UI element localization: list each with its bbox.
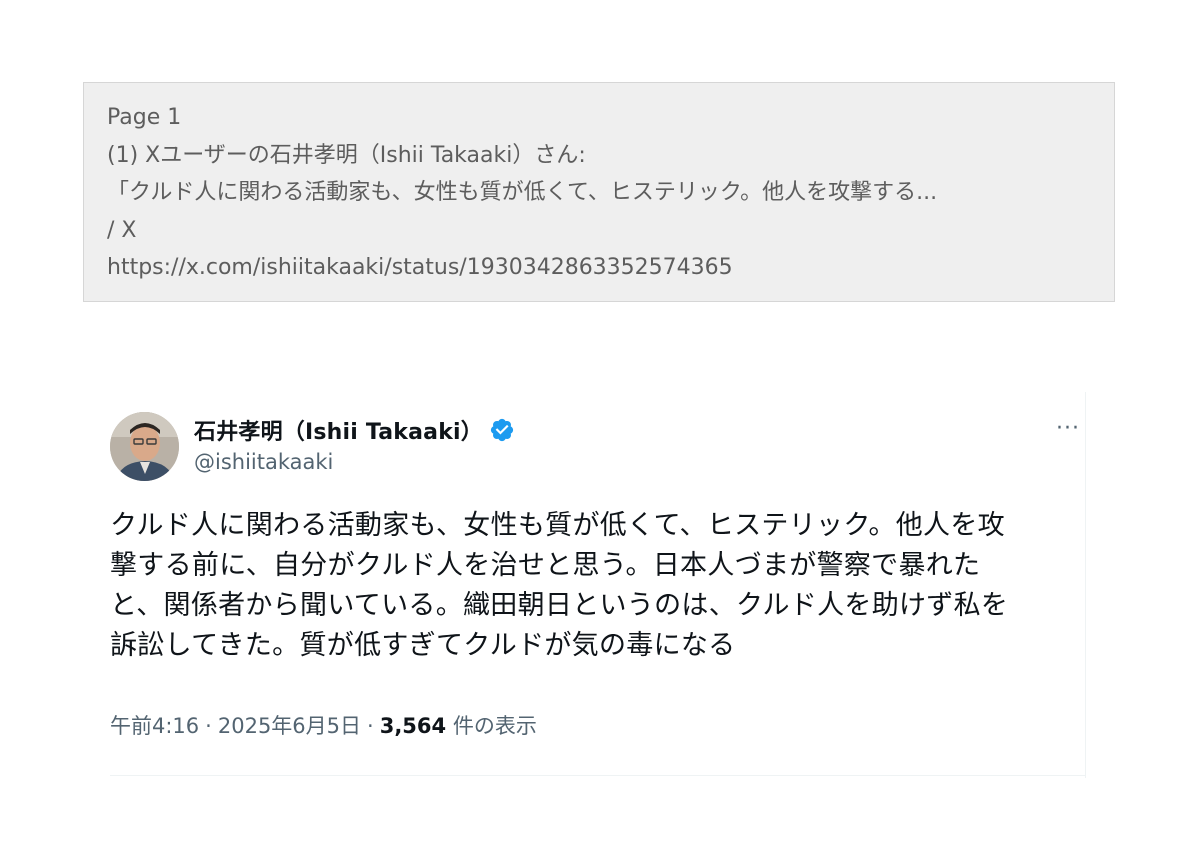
- user-handle[interactable]: @ishiitakaaki: [194, 450, 515, 474]
- avatar[interactable]: [110, 412, 179, 481]
- page-title-line-1: (1) Xユーザーの石井孝明（Ishii Takaaki）さん:: [107, 142, 586, 168]
- page-title-line-3: / X: [107, 217, 137, 243]
- meta-separator: ·: [367, 714, 374, 738]
- tweet-divider: [110, 775, 1086, 776]
- display-name-row: 石井孝明（Ishii Takaaki）: [194, 414, 515, 446]
- page-header-box: Page 1 (1) Xユーザーの石井孝明（Ishii Takaaki）さん: …: [83, 82, 1115, 302]
- display-name[interactable]: 石井孝明（Ishii Takaaki）: [194, 414, 483, 446]
- more-options-icon[interactable]: ···: [1056, 416, 1080, 441]
- tweet-date[interactable]: 2025年6月5日: [218, 714, 361, 738]
- tweet-time[interactable]: 午前4:16: [110, 714, 199, 738]
- user-block: 石井孝明（Ishii Takaaki） @ishiitakaaki: [194, 414, 515, 474]
- views-count: 3,564: [379, 714, 447, 738]
- tweet-text-line: クルド人に関わる活動家も、女性も質が低くて、ヒステリック。他人を攻: [110, 510, 1005, 541]
- tweet-text-line: と、関係者から聞いている。織田朝日というのは、クルド人を助けず私を: [110, 590, 1009, 621]
- tweet-card[interactable]: 石井孝明（Ishii Takaaki） @ishiitakaaki ··· クル…: [110, 392, 1086, 778]
- tweet-meta: 午前4:16 · 2025年6月5日 · 3,564 件の表示: [110, 710, 537, 740]
- meta-separator: ·: [205, 714, 212, 738]
- tweet-text-line: 訴訟してきた。質が低すぎてクルドが気の毒になる: [110, 630, 736, 661]
- page-label: Page 1: [107, 105, 182, 130]
- page-title-line-2: 「クルド人に関わる活動家も、女性も質が低くて、ヒステリック。他人を攻撃する...: [107, 180, 938, 205]
- tweet-right-border: [1085, 392, 1086, 778]
- tweet-text: クルド人に関わる活動家も、女性も質が低くて、ヒステリック。他人を攻 撃する前に、…: [110, 506, 1086, 666]
- tweet-text-line: 撃する前に、自分がクルド人を治せと思う。日本人づまが警察で暴れた: [110, 550, 981, 581]
- verified-badge-icon: [489, 417, 515, 443]
- views-label: 件の表示: [452, 714, 537, 738]
- page-url[interactable]: https://x.com/ishiitakaaki/status/193034…: [107, 249, 1097, 287]
